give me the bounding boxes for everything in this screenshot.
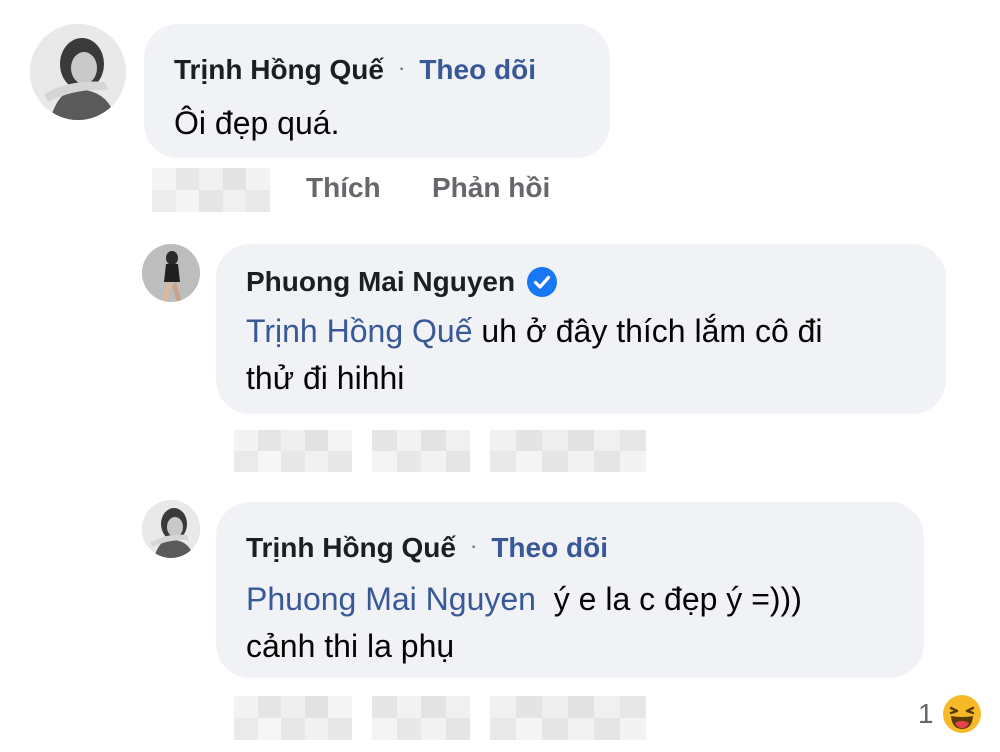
reply-action[interactable]: Phản hồi bbox=[432, 172, 550, 204]
comment-3-text: Phuong Mai Nguyen ý e la c đẹp ý =))) cả… bbox=[246, 576, 916, 670]
laughing-emoji-icon bbox=[942, 695, 981, 733]
follow-button[interactable]: Theo dõi bbox=[491, 532, 608, 564]
comment-2-text: Trịnh Hồng Quế uh ở đây thích lắm cô đi … bbox=[246, 308, 936, 402]
profile-photo bbox=[30, 24, 126, 120]
comment-3-body-line-2: cảnh thi la phụ bbox=[246, 628, 455, 664]
blurred-reply-action bbox=[490, 696, 646, 740]
author-name[interactable]: Phuong Mai Nguyen bbox=[246, 266, 515, 298]
avatar-phuong-mai-nguyen[interactable] bbox=[142, 244, 200, 302]
mention-link[interactable]: Phuong Mai Nguyen bbox=[246, 581, 536, 617]
follow-button[interactable]: Theo dõi bbox=[419, 54, 536, 86]
comment-2-line-1: Trịnh Hồng Quế uh ở đây thích lắm cô đi bbox=[246, 308, 936, 355]
comment-3-body-line-1: ý e la c đẹp ý =))) bbox=[535, 581, 802, 617]
comment-1-text: Ôi đẹp quá. bbox=[174, 105, 340, 141]
author-name[interactable]: Trịnh Hồng Quế bbox=[174, 54, 384, 86]
separator-dot: · bbox=[470, 533, 478, 558]
comment-1-header: Trịnh Hồng Quế · Theo dõi bbox=[174, 54, 536, 86]
verified-badge-icon bbox=[527, 267, 558, 297]
reaction-count: 1 bbox=[918, 698, 934, 729]
comment-3-line-1: Phuong Mai Nguyen ý e la c đẹp ý =))) bbox=[246, 576, 916, 623]
like-action[interactable]: Thích bbox=[306, 172, 381, 204]
blurred-timestamp bbox=[234, 430, 352, 472]
comment-2-header: Phuong Mai Nguyen bbox=[246, 266, 558, 298]
comment-2-body-line-2: thử đi hihhi bbox=[246, 360, 405, 396]
avatar-trinh-hong-que[interactable] bbox=[142, 500, 200, 558]
blurred-like-action bbox=[372, 430, 470, 472]
blurred-timestamp bbox=[234, 696, 352, 740]
blurred-reply-action bbox=[490, 430, 646, 472]
profile-photo bbox=[142, 244, 200, 302]
reaction-summary[interactable]: 1 bbox=[918, 694, 982, 734]
avatar-trinh-hong-que[interactable] bbox=[30, 24, 126, 120]
author-name[interactable]: Trịnh Hồng Quế bbox=[246, 532, 456, 564]
comment-2-body-line-1: uh ở đây thích lắm cô đi bbox=[472, 313, 823, 349]
blurred-like-action bbox=[372, 696, 470, 740]
comment-3-header: Trịnh Hồng Quế · Theo dõi bbox=[246, 532, 608, 564]
blurred-timestamp bbox=[152, 168, 270, 212]
separator-dot: · bbox=[398, 55, 406, 80]
profile-photo bbox=[142, 500, 200, 558]
mention-link[interactable]: Trịnh Hồng Quế bbox=[246, 313, 472, 349]
